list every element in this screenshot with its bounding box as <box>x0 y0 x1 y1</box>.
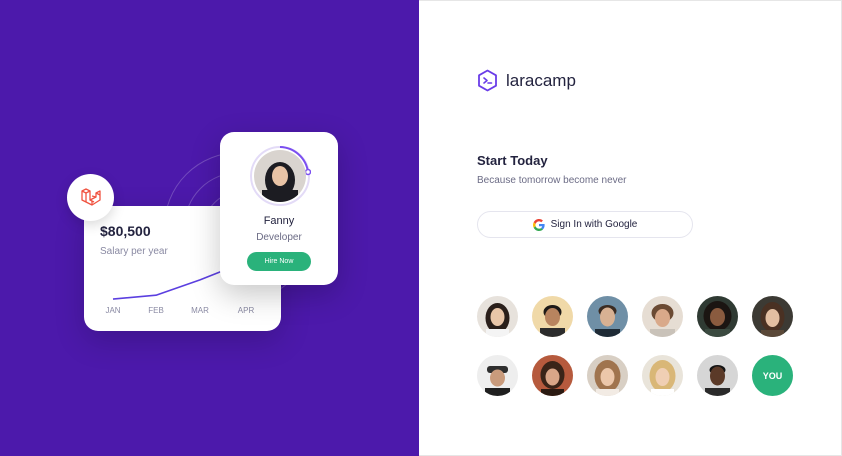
google-signin-label: Sign In with Google <box>550 219 638 230</box>
month-label: APR <box>238 306 255 315</box>
hero-panel: $80,500 Salary per year JANFEBMARAPR <box>0 0 419 456</box>
page-title: Start Today <box>477 153 548 168</box>
member-avatar <box>477 296 518 337</box>
you-avatar: YOU <box>752 355 793 396</box>
hire-now-button[interactable]: Hire Now <box>247 252 311 271</box>
page-subtitle: Because tomorrow become never <box>477 175 627 186</box>
member-avatar <box>697 296 738 337</box>
profile-avatar <box>254 150 306 202</box>
member-avatar <box>477 355 518 396</box>
google-signin-button[interactable]: Sign In with Google <box>477 211 693 238</box>
laravel-icon <box>80 187 101 206</box>
profile-card: Fanny Developer Hire Now <box>220 132 338 285</box>
member-avatar <box>642 355 683 396</box>
page: $80,500 Salary per year JANFEBMARAPR <box>0 0 842 456</box>
month-label: MAR <box>191 306 209 315</box>
brand-logo[interactable]: laracamp <box>477 69 576 92</box>
month-label: JAN <box>105 306 120 315</box>
google-icon <box>532 218 545 231</box>
member-avatar <box>752 296 793 337</box>
month-label: FEB <box>148 306 164 315</box>
member-avatar <box>532 355 573 396</box>
member-avatar <box>642 296 683 337</box>
brand-name: laracamp <box>506 70 576 90</box>
member-avatar <box>532 296 573 337</box>
auth-panel: laracamp Start Today Because tomorrow be… <box>419 0 842 456</box>
laravel-logo-badge <box>67 174 114 221</box>
member-avatar <box>587 296 628 337</box>
profile-role: Developer <box>256 232 302 243</box>
member-avatar <box>697 355 738 396</box>
laracamp-logo-icon <box>478 69 497 92</box>
profile-name: Fanny <box>263 215 295 227</box>
member-avatar <box>587 355 628 396</box>
